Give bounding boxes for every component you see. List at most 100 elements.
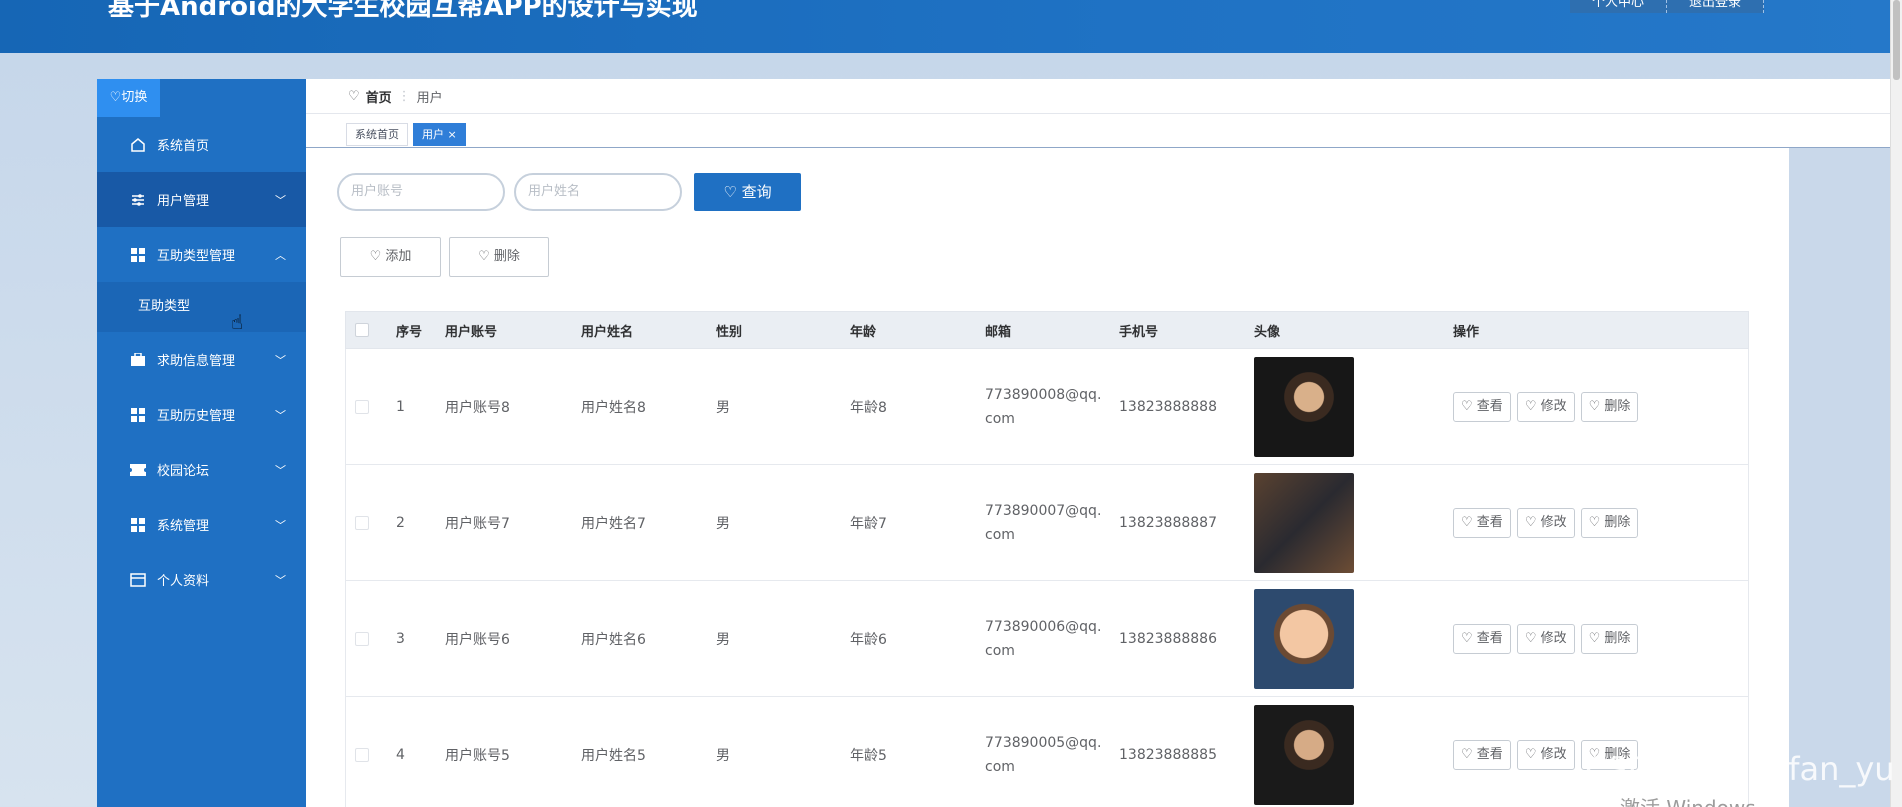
email-cell: 773890007@qq. com (985, 499, 1119, 547)
user-table: 序号 用户账号 用户姓名 性别 年龄 邮箱 手机号 头像 操作 1 用户账号8 … (345, 311, 1749, 807)
age-cell: 年龄8 (850, 399, 887, 416)
avatar (1254, 472, 1354, 573)
col-header: 序号 (396, 324, 423, 340)
edit-button[interactable]: ♡ 修改 (1516, 391, 1575, 422)
view-button[interactable]: ♡ 查看 (1453, 623, 1511, 654)
view-button-label: 查看 (1476, 398, 1503, 414)
row-checkbox[interactable] (355, 399, 369, 414)
sidebar-item-user-management[interactable]: 用户管理 ﹀ (97, 172, 306, 227)
name-search-input[interactable]: 用户姓名 (514, 173, 682, 211)
heart-icon: ♡ (1588, 398, 1605, 414)
gender-cell: 男 (716, 747, 730, 764)
edit-button[interactable]: ♡ 修改 (1516, 507, 1575, 538)
account-search-input[interactable]: 用户账号 (337, 173, 505, 211)
breadcrumb-separator: ⋮ (397, 89, 411, 104)
email-cell: 773890005@qq. com (985, 731, 1119, 779)
view-button[interactable]: ♡ 查看 (1453, 507, 1511, 538)
heart-icon: ♡ (1461, 398, 1477, 414)
sidebar-item-label: 互助类型管理 (157, 249, 236, 264)
sidebar-item-help-info-management[interactable]: 求助信息管理 ﹀ (97, 332, 306, 387)
add-button[interactable]: ♡ 添加 (340, 237, 441, 277)
phone-cell: 13823888888 (1119, 398, 1217, 415)
col-header: 头像 (1254, 324, 1281, 340)
view-button[interactable]: ♡ 查看 (1453, 739, 1511, 770)
index-cell: 3 (396, 630, 405, 647)
row-delete-button-label: 删除 (1604, 398, 1631, 414)
sidebar-item-campus-forum[interactable]: 校园论坛 ﹀ (97, 442, 306, 497)
name-cell: 用户姓名5 (581, 747, 646, 764)
chevron-down-icon: ﹀ (275, 353, 286, 367)
row-select-cell (346, 515, 396, 530)
grid-icon (129, 406, 147, 424)
row-delete-button[interactable]: ♡ 删除 (1580, 623, 1639, 654)
sidebar-item-label: 系统首页 (157, 139, 210, 154)
add-button-label: 添加 (385, 249, 412, 264)
delete-button-label: 删除 (493, 249, 520, 264)
switch-button[interactable]: ♡切换 (97, 79, 160, 117)
sidebar-item-system-management[interactable]: 系统管理 ﹀ (97, 497, 306, 552)
view-button-label: 查看 (1476, 514, 1503, 530)
select-all-checkbox[interactable] (355, 323, 369, 337)
name-cell: 用户姓名8 (581, 399, 646, 416)
tab-user[interactable]: 用户 × (413, 123, 466, 146)
top-header: 基于Android的大学生校园互帮APP的设计与实现 个人中心 退出登录 (0, 0, 1890, 53)
avatar (1254, 704, 1354, 805)
chevron-down-icon: ﹀ (275, 573, 286, 587)
sidebar-item-profile[interactable]: 个人资料 ﹀ (97, 552, 306, 607)
heart-icon: ♡ (1524, 630, 1541, 646)
breadcrumb-home[interactable]: 首页 (366, 87, 392, 106)
phone-cell: 13823888886 (1119, 630, 1217, 647)
col-header: 邮箱 (985, 324, 1012, 340)
sidebar-item-help-history-management[interactable]: 互助历史管理 ﹀ (97, 387, 306, 442)
search-button[interactable]: ♡ 查询 (694, 173, 801, 211)
age-cell: 年龄7 (850, 515, 887, 532)
heart-icon: ♡ (1524, 514, 1541, 530)
csdn-watermark: CSDN @pingfan_yu (1585, 750, 1895, 788)
mouse-cursor-icon: ☝ (231, 310, 244, 334)
email-line: 773890007@qq. (985, 502, 1102, 519)
account-cell: 用户账号7 (445, 515, 510, 532)
index-cell: 4 (396, 746, 405, 763)
main-content: 用户账号 用户姓名 ♡ 查询 ♡ 添加 ♡ 删除 序号 用户账号 用户姓名 性别… (306, 148, 1789, 807)
grid-icon (129, 516, 147, 534)
logout-button[interactable]: 退出登录 (1667, 0, 1765, 13)
grid-icon (129, 246, 147, 264)
edit-button[interactable]: ♡ 修改 (1516, 623, 1575, 654)
scrollbar-thumb[interactable] (1893, 0, 1900, 80)
row-delete-button[interactable]: ♡ 删除 (1580, 507, 1639, 538)
sidebar-item-help-type-management[interactable]: 互助类型管理 ︿ (97, 227, 306, 282)
view-button[interactable]: ♡ 查看 (1453, 391, 1511, 422)
col-header: 手机号 (1119, 324, 1159, 340)
edit-button[interactable]: ♡ 修改 (1516, 739, 1575, 770)
sliders-icon (129, 191, 147, 209)
sidebar-item-label: 个人资料 (157, 574, 210, 589)
row-checkbox[interactable] (355, 515, 369, 530)
heart-icon: ♡ (1524, 398, 1541, 414)
row-checkbox[interactable] (355, 747, 369, 762)
name-cell: 用户姓名7 (581, 515, 646, 532)
email-line: com (985, 526, 1015, 543)
sidebar-subitem-help-type[interactable]: 互助类型 (97, 282, 306, 332)
page-scrollbar[interactable] (1890, 0, 1902, 807)
view-button-label: 查看 (1476, 630, 1503, 646)
row-checkbox[interactable] (355, 631, 369, 646)
table-row: 2 用户账号7 用户姓名7 男 年龄7 773890007@qq. com 138… (345, 465, 1749, 581)
heart-icon: ♡ (1461, 630, 1477, 646)
view-button-label: 查看 (1476, 746, 1503, 762)
breadcrumb: ♡ 首页 ⋮ 用户 (348, 87, 443, 106)
email-line: com (985, 410, 1015, 427)
table-row: 3 用户账号6 用户姓名6 男 年龄6 773890006@qq. com 138… (345, 581, 1749, 697)
heart-icon: ♡ (478, 249, 494, 264)
divider (306, 113, 1890, 114)
gender-cell: 男 (716, 399, 730, 416)
sidebar-item-home[interactable]: 系统首页 (97, 117, 306, 172)
tab-system-home[interactable]: 系统首页 (346, 123, 408, 146)
avatar-cell (1254, 472, 1453, 573)
delete-button[interactable]: ♡ 删除 (449, 237, 549, 277)
gender-cell: 男 (716, 515, 730, 532)
table-row: 1 用户账号8 用户姓名8 男 年龄8 773890008@qq. com 138… (345, 349, 1749, 465)
phone-cell: 13823888887 (1119, 514, 1217, 531)
profile-center-button[interactable]: 个人中心 (1570, 0, 1668, 13)
col-header: 操作 (1453, 324, 1480, 340)
row-delete-button[interactable]: ♡ 删除 (1580, 391, 1639, 422)
